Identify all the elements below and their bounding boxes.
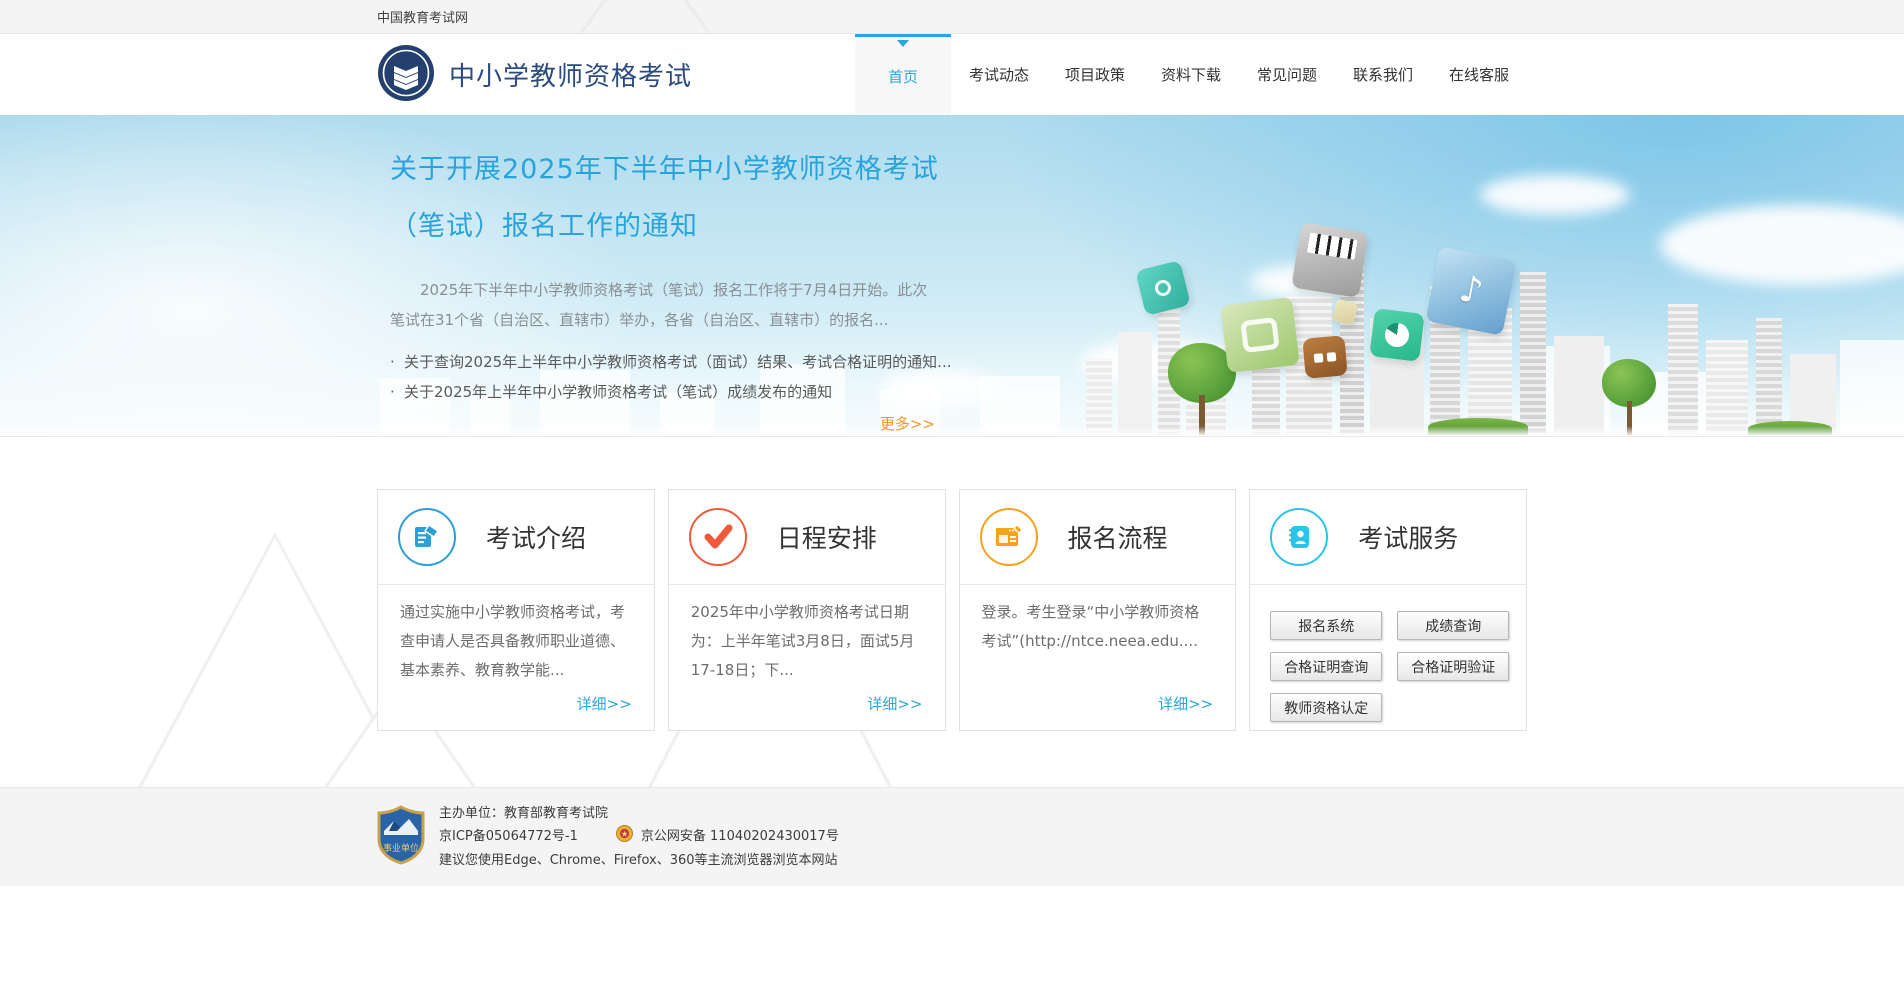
card-title: 考试介绍 bbox=[486, 519, 586, 555]
building bbox=[1554, 336, 1604, 436]
main-nav: 首页 考试动态 项目政策 资料下载 常见问题 联系我们 在线客服 bbox=[855, 34, 1527, 115]
detail-link[interactable]: 详细>> bbox=[1158, 693, 1213, 714]
card-body-text: 通过实施中小学教师资格考试，考查申请人是否具备教师职业道德、基本素养、教育教学能… bbox=[378, 585, 654, 685]
news-item[interactable]: 关于2025年上半年中小学教师资格考试（笔试）成绩发布的通知 bbox=[390, 377, 935, 407]
footer-browser-tip: 建议您使用Edge、Chrome、Firefox、360等主流浏览器浏览本网站 bbox=[439, 850, 839, 872]
bottom-whitespace bbox=[0, 886, 1904, 985]
card-body-text: 2025年中小学教师资格考试日期为：上半年笔试3月8日，面试5月17-18日；下… bbox=[669, 585, 945, 685]
card-title: 报名流程 bbox=[1068, 519, 1168, 555]
detail-link[interactable]: 详细>> bbox=[577, 693, 632, 714]
nav-item-home[interactable]: 首页 bbox=[855, 34, 951, 115]
certificate-verify-button[interactable]: 合格证明验证 bbox=[1397, 652, 1509, 681]
detail-link[interactable]: 详细>> bbox=[867, 693, 922, 714]
watermark-triangle bbox=[560, 0, 730, 34]
registration-system-button[interactable]: 报名系统 bbox=[1270, 611, 1382, 640]
building bbox=[1706, 340, 1748, 436]
nav-item-online-service[interactable]: 在线客服 bbox=[1431, 34, 1527, 115]
score-query-button[interactable]: 成绩查询 bbox=[1397, 611, 1509, 640]
card-exam-services: 考试服务 报名系统 成绩查询 合格证明查询 合格证明验证 教师资格认定 bbox=[1249, 489, 1527, 731]
nav-item-downloads[interactable]: 资料下载 bbox=[1143, 34, 1239, 115]
hero-banner: ♪ 关于开展2025年下半年中小学教师资格考试（笔试）报名工作的通知 2025年… bbox=[0, 115, 1904, 437]
book-seal-icon bbox=[377, 44, 435, 106]
city-silhouette bbox=[1840, 340, 1904, 436]
page: 中国教育考试网 中小学教师资格考试 bbox=[0, 0, 1904, 985]
tree bbox=[1602, 359, 1656, 407]
service-book-icon bbox=[1270, 508, 1328, 566]
topbar: 中国教育考试网 bbox=[0, 0, 1904, 34]
institution-badge-icon: 事业单位 bbox=[377, 805, 425, 869]
registration-form-icon bbox=[980, 508, 1038, 566]
schedule-check-icon bbox=[689, 508, 747, 566]
header: 中小学教师资格考试 首页 考试动态 项目政策 资料下载 常见问题 联系我们 在线… bbox=[0, 34, 1904, 115]
police-license-link[interactable]: 京公网安备 11040202430017号 bbox=[641, 826, 839, 848]
building bbox=[1668, 304, 1698, 436]
cloud bbox=[1660, 205, 1904, 285]
feature-cards-section: 考试介绍 通过实施中小学教师资格考试，考查申请人是否具备教师职业道德、基本素养、… bbox=[0, 437, 1904, 787]
footer: 事业单位 主办单位：教育部教育考试院 京ICP备05064772号-1 bbox=[0, 787, 1904, 886]
footer-organizer: 主办单位：教育部教育考试院 bbox=[439, 803, 839, 825]
card-body-text: 登录。考生登录“中小学教师资格考试”(http://ntce.neea.edu.… bbox=[960, 585, 1236, 656]
building bbox=[1756, 318, 1782, 436]
card-schedule: 日程安排 2025年中小学教师资格考试日期为：上半年笔试3月8日，面试5月17-… bbox=[668, 489, 946, 731]
nav-item-faq[interactable]: 常见问题 bbox=[1239, 34, 1335, 115]
card-registration-flow: 报名流程 登录。考生登录“中小学教师资格考试”(http://ntce.neea… bbox=[959, 489, 1237, 731]
news-list: 关于查询2025年上半年中小学教师资格考试（面试）结果、考试合格证明的通知...… bbox=[390, 347, 935, 407]
nav-item-contact[interactable]: 联系我们 bbox=[1335, 34, 1431, 115]
exam-intro-icon bbox=[398, 508, 456, 566]
police-badge-icon bbox=[616, 825, 633, 850]
card-title: 日程安排 bbox=[777, 519, 877, 555]
announcement-title[interactable]: 关于开展2025年下半年中小学教师资格考试（笔试）报名工作的通知 bbox=[390, 141, 965, 255]
nav-item-policies[interactable]: 项目政策 bbox=[1047, 34, 1143, 115]
site-title: 中小学教师资格考试 bbox=[449, 56, 692, 93]
parent-site-link[interactable]: 中国教育考试网 bbox=[377, 7, 468, 26]
more-link[interactable]: 更多>> bbox=[390, 413, 935, 434]
card-exam-intro: 考试介绍 通过实施中小学教师资格考试，考查申请人是否具备教师职业道德、基本素养、… bbox=[377, 489, 655, 731]
logo[interactable]: 中小学教师资格考试 bbox=[377, 44, 692, 106]
service-buttons: 报名系统 成绩查询 合格证明查询 合格证明验证 教师资格认定 bbox=[1250, 585, 1526, 722]
icp-license-link[interactable]: 京ICP备05064772号-1 bbox=[439, 826, 578, 848]
svg-text:事业单位: 事业单位 bbox=[383, 842, 419, 854]
nav-item-exam-news[interactable]: 考试动态 bbox=[951, 34, 1047, 115]
news-item[interactable]: 关于查询2025年上半年中小学教师资格考试（面试）结果、考试合格证明的通知... bbox=[390, 347, 935, 377]
card-title: 考试服务 bbox=[1358, 519, 1458, 555]
teacher-qualification-button[interactable]: 教师资格认定 bbox=[1270, 693, 1382, 722]
announcement-summary: 2025年下半年中小学教师资格考试（笔试）报名工作将于7月4日开始。此次笔试在3… bbox=[390, 275, 935, 335]
certificate-query-button[interactable]: 合格证明查询 bbox=[1270, 652, 1382, 681]
